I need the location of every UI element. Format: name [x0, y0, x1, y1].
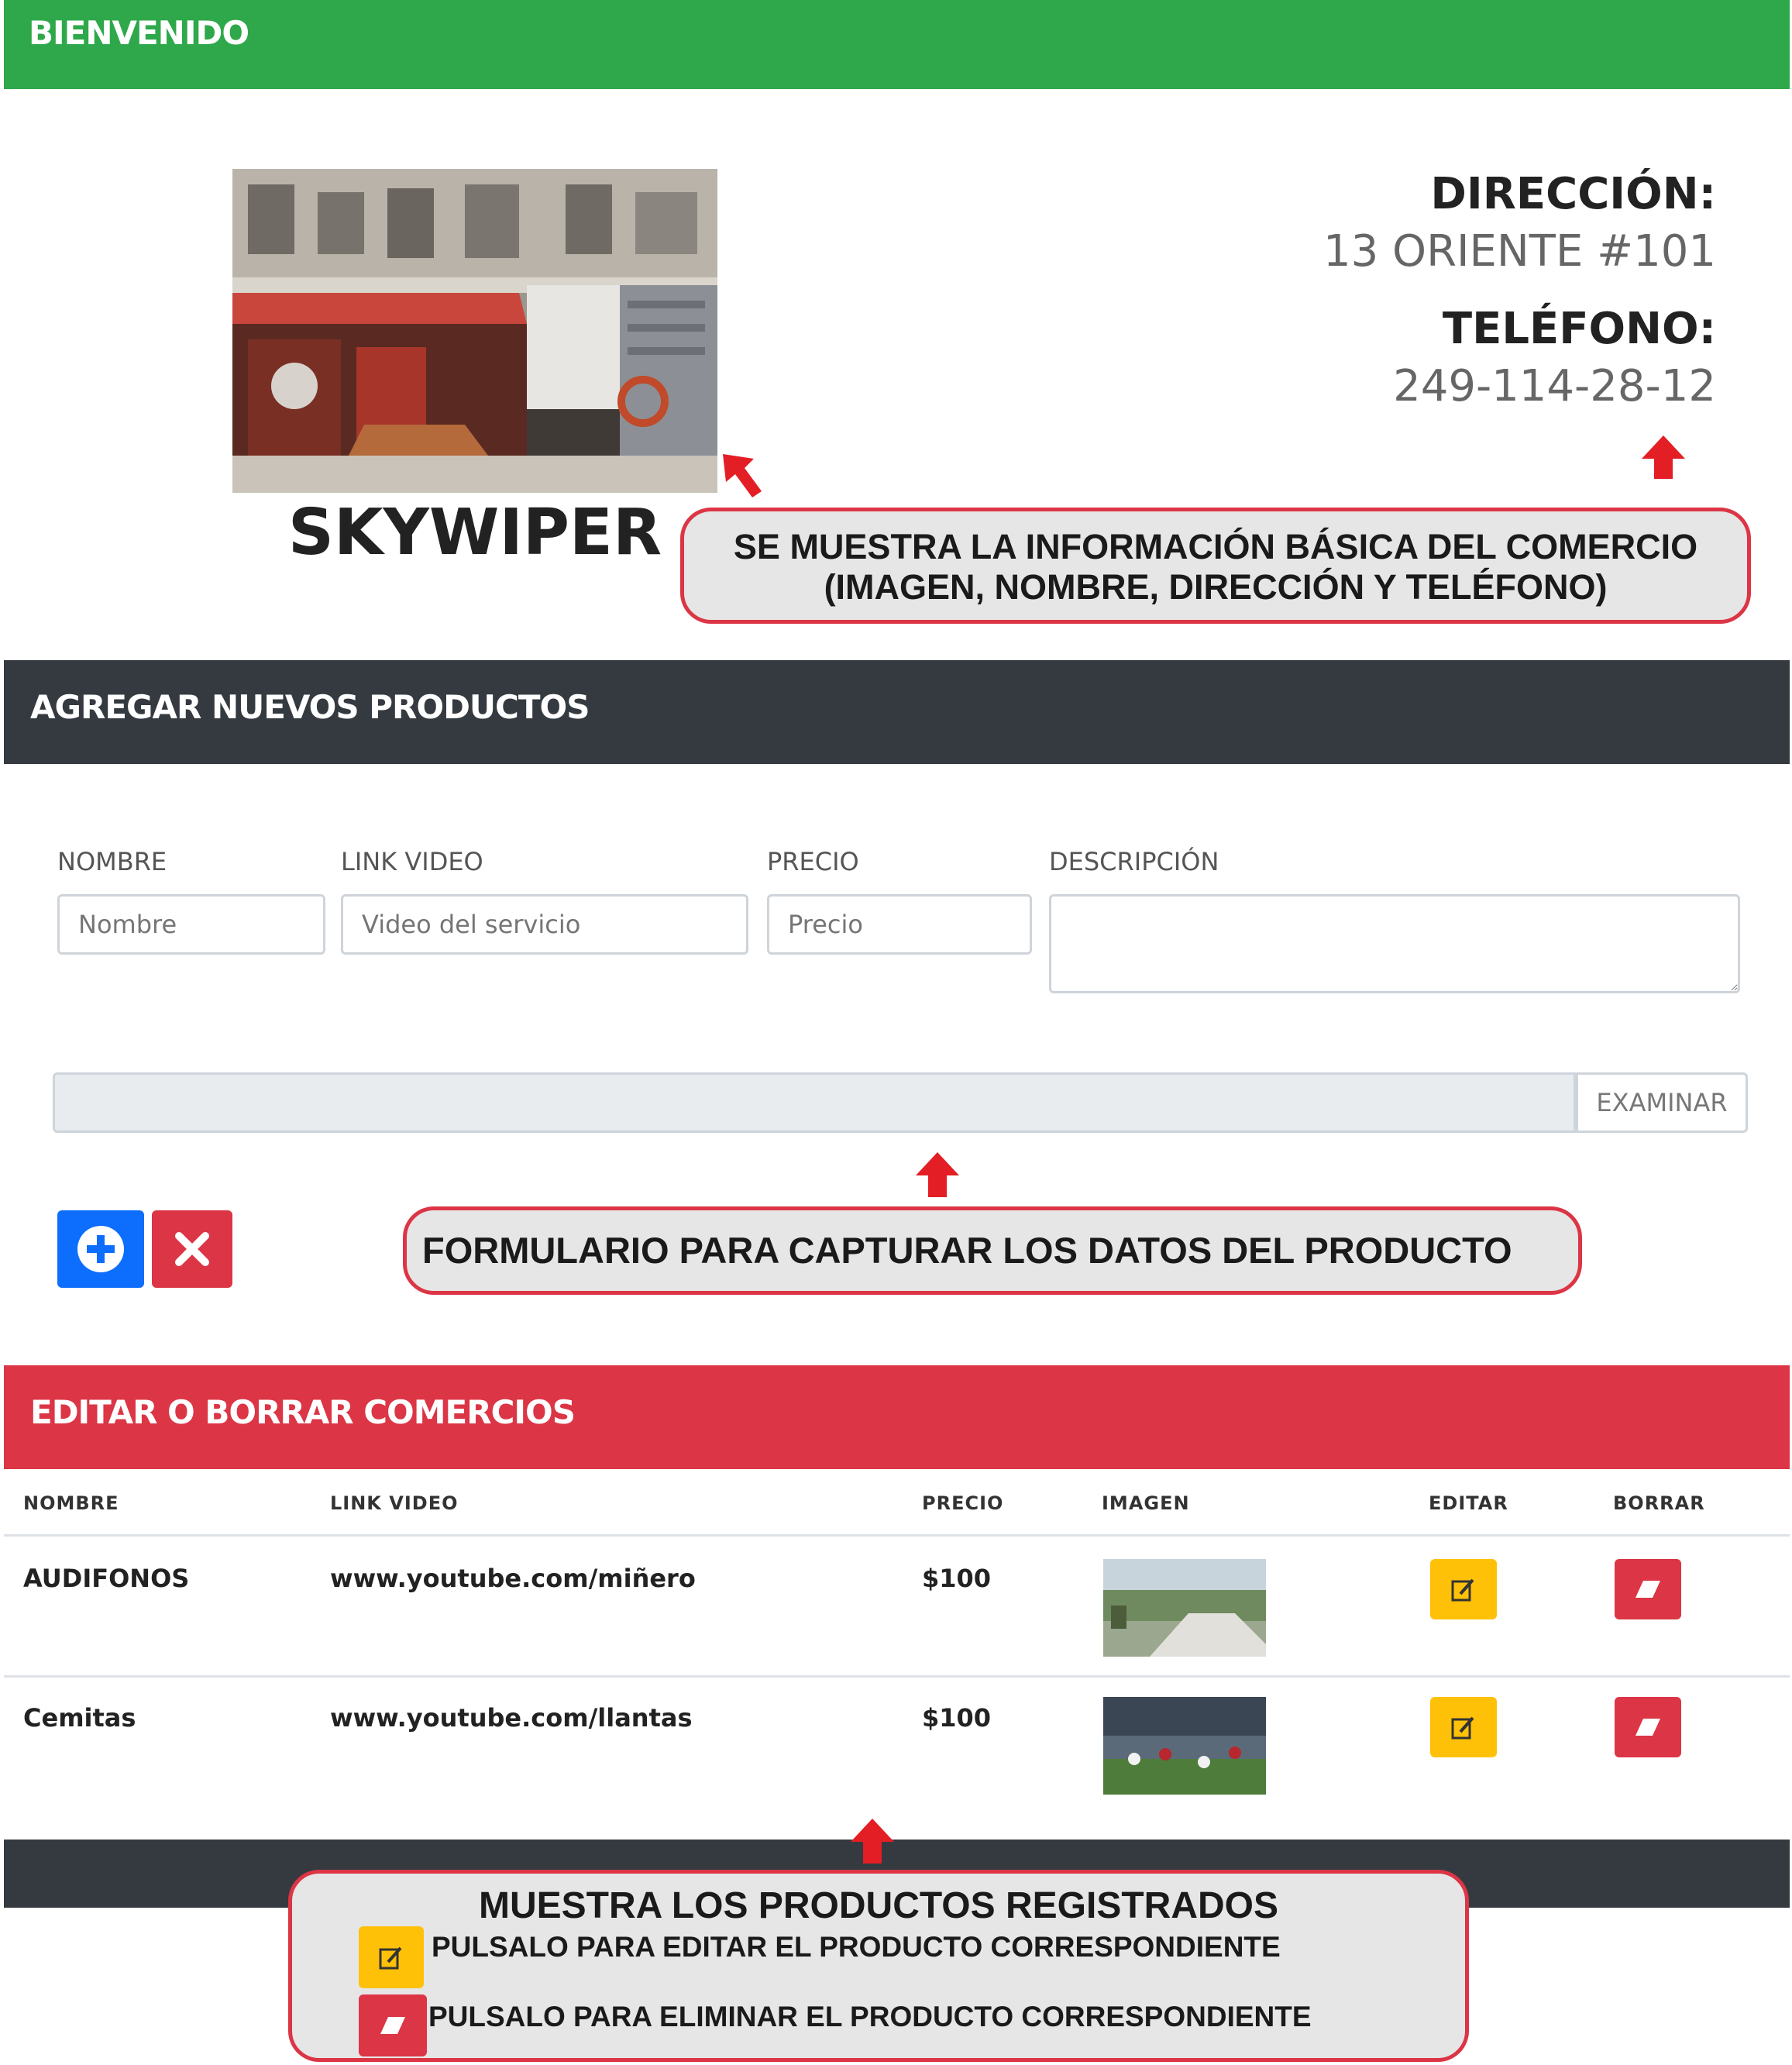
store-name: SKYWIPER: [287, 496, 662, 570]
arrow-to-phone: [1642, 435, 1685, 479]
eraser-icon: [380, 2017, 405, 2034]
x-icon: [175, 1232, 209, 1266]
row2-price: $100: [922, 1703, 992, 1733]
video-input[interactable]: [341, 894, 748, 955]
callout-store-info: SE MUESTRA LA INFORMACIÓN BÁSICA DEL COM…: [680, 508, 1751, 624]
welcome-header: BIENVENIDO: [4, 0, 1790, 89]
column-header-video: LINK VIDEO: [330, 1492, 459, 1514]
add-products-bar: AGREGAR NUEVOS PRODUCTOS: [4, 660, 1790, 764]
row1-edit-button[interactable]: [1430, 1559, 1497, 1619]
video-label: LINK VIDEO: [341, 847, 483, 876]
cancel-button[interactable]: [152, 1210, 232, 1288]
description-label: DESCRIPCIÓN: [1049, 847, 1219, 876]
welcome-title: BIENVENIDO: [29, 14, 249, 52]
store-photo: [232, 169, 717, 493]
row1-video: www.youtube.com/miñero: [330, 1564, 696, 1593]
edit-icon: [1451, 1716, 1474, 1740]
address-value: 13 ORIENTE #101: [1323, 226, 1716, 277]
phone-label: TELÉFONO:: [1442, 304, 1716, 354]
row2-delete-button[interactable]: [1615, 1697, 1681, 1757]
column-header-edit: EDITAR: [1429, 1492, 1508, 1514]
row1-divider: [4, 1675, 1790, 1678]
column-header-price: PRECIO: [922, 1492, 1004, 1514]
row1-delete-button[interactable]: [1615, 1559, 1681, 1619]
edit-icon: [379, 1946, 402, 1970]
column-header-name: NOMBRE: [23, 1492, 119, 1514]
eraser-icon: [1636, 1719, 1660, 1736]
callout-list: MUESTRA LOS PRODUCTOS REGISTRADOS PULSAL…: [288, 1870, 1469, 2062]
callout-list-edit: PULSALO PARA EDITAR EL PRODUCTO CORRESPO…: [432, 1931, 1281, 1963]
edit-icon: [1451, 1578, 1474, 1602]
legend-edit-icon-box: [359, 1926, 424, 1988]
file-path-field[interactable]: [53, 1072, 1576, 1133]
callout-store-info-line1: SE MUESTRA LA INFORMACIÓN BÁSICA DEL COM…: [733, 527, 1698, 566]
callout-list-title: MUESTRA LOS PRODUCTOS REGISTRADOS: [478, 1885, 1279, 1926]
address-label: DIRECCIÓN:: [1430, 169, 1716, 219]
eraser-icon: [1636, 1581, 1660, 1598]
row1-price: $100: [922, 1564, 992, 1593]
edit-products-bar: EDITAR O BORRAR COMERCIOS: [4, 1365, 1790, 1469]
callout-form: FORMULARIO PARA CAPTURAR LOS DATOS DEL P…: [403, 1206, 1582, 1295]
column-header-delete: BORRAR: [1613, 1492, 1705, 1514]
add-products-title: AGREGAR NUEVOS PRODUCTOS: [30, 688, 590, 726]
arrow-to-form: [916, 1152, 959, 1197]
row2-name: Cemitas: [23, 1703, 136, 1733]
browse-button[interactable]: EXAMINAR: [1576, 1072, 1748, 1133]
price-input[interactable]: [767, 894, 1032, 955]
row1-image: [1103, 1559, 1266, 1657]
callout-list-delete: PULSALO PARA ELIMINAR EL PRODUCTO CORRES…: [428, 2001, 1312, 2032]
row2-edit-button[interactable]: [1430, 1697, 1497, 1757]
row2-image: [1103, 1697, 1266, 1795]
table-header-divider: [4, 1534, 1790, 1537]
description-textarea[interactable]: [1049, 894, 1740, 993]
callout-form-text: FORMULARIO PARA CAPTURAR LOS DATOS DEL P…: [422, 1230, 1512, 1271]
name-label: NOMBRE: [57, 847, 167, 876]
name-input[interactable]: [57, 894, 325, 955]
phone-value: 249-114-28-12: [1393, 361, 1716, 411]
add-product-button[interactable]: [57, 1210, 144, 1288]
callout-store-info-line2: (IMAGEN, NOMBRE, DIRECCIÓN Y TELÉFONO): [824, 567, 1608, 607]
legend-delete-icon-box: [359, 1994, 427, 2056]
arrow-to-photo: [723, 454, 762, 497]
row1-name: AUDIFONOS: [23, 1564, 190, 1593]
price-label: PRECIO: [767, 847, 859, 876]
plus-circle-icon: [77, 1226, 124, 1272]
row2-video: www.youtube.com/llantas: [330, 1703, 693, 1733]
column-header-image: IMAGEN: [1102, 1492, 1190, 1514]
edit-products-title: EDITAR O BORRAR COMERCIOS: [30, 1393, 576, 1431]
arrow-to-list: [851, 1819, 894, 1864]
